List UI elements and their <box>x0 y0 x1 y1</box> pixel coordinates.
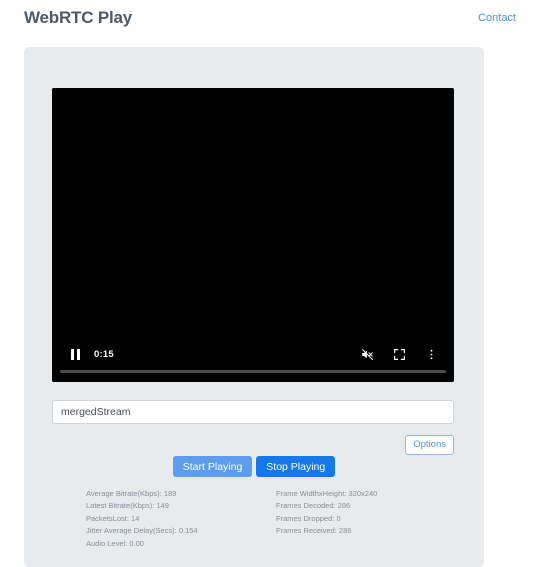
stat-latest-bitrate: Latest Bitrate(Kbps): 149 <box>86 501 169 511</box>
stop-playing-button[interactable]: Stop Playing <box>256 456 336 477</box>
options-button[interactable]: Options <box>405 435 454 455</box>
video-time-label: 0:15 <box>94 348 114 360</box>
stat-audio-level: Audio Level: 0.00 <box>86 538 144 548</box>
video-control-row: 0:15 <box>52 342 454 366</box>
stat-average-bitrate: Average Bitrate(Kbps): 189 <box>86 489 177 498</box>
player-card: 0:15 mergedStream Options Start Playing … <box>24 47 484 567</box>
stat-frames-dropped: Frames Dropped: 0 <box>276 513 341 523</box>
volume-muted-icon[interactable] <box>354 342 380 366</box>
pause-icon[interactable] <box>62 342 88 366</box>
video-right-controls <box>354 342 444 366</box>
stream-id-input[interactable] <box>52 400 454 424</box>
nav-link-contact[interactable]: Contact <box>478 12 516 24</box>
pause-glyph <box>70 348 80 360</box>
stat-jitter-average-delay: Jitter Average Delay(Secs): 0.154 <box>86 526 198 536</box>
page-title: WebRTC Play <box>24 8 133 27</box>
stat-frame-width-height: Frame WidthxHeight: 320x240 <box>276 489 378 498</box>
more-options-icon[interactable] <box>418 342 444 366</box>
stats-panel: Average Bitrate(Kbps): 189 Latest Bitrat… <box>86 488 466 550</box>
video-player[interactable]: 0:15 <box>52 88 454 382</box>
stat-packets-lost: PacketsLost: 14 <box>86 513 140 523</box>
nav-links: Contact <box>478 12 516 24</box>
stats-column-right: Frame WidthxHeight: 320x240 Frames Decod… <box>276 488 466 550</box>
stat-frames-received: Frames Received: 286 <box>276 526 352 536</box>
stats-column-left: Average Bitrate(Kbps): 189 Latest Bitrat… <box>86 488 276 550</box>
video-progress-bar[interactable] <box>60 370 446 373</box>
fullscreen-icon[interactable] <box>386 342 412 366</box>
playback-button-row: Start Playing Stop Playing <box>24 456 484 477</box>
navbar: WebRTC Play Contact <box>0 0 538 36</box>
stat-frames-decoded: Frames Decoded: 286 <box>276 501 351 511</box>
video-controls: 0:15 <box>52 336 454 382</box>
start-playing-button[interactable]: Start Playing <box>172 456 253 477</box>
